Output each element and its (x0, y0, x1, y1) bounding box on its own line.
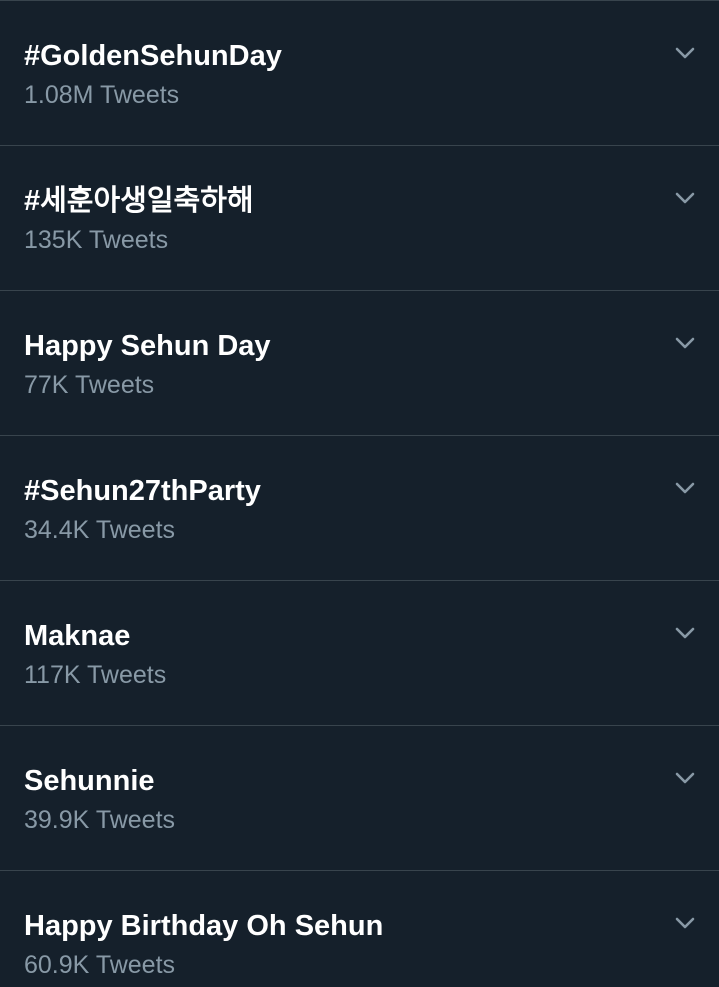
chevron-down-icon[interactable] (673, 766, 697, 790)
trend-tweet-count: 135K Tweets (24, 226, 169, 254)
trend-item[interactable]: #Sehun27thParty 34.4K Tweets (0, 436, 719, 581)
chevron-down-icon[interactable] (673, 621, 697, 645)
trend-tweet-count: 117K Tweets (24, 661, 167, 689)
trend-item[interactable]: Happy Sehun Day 77K Tweets (0, 291, 719, 436)
chevron-down-icon[interactable] (673, 41, 697, 65)
trend-name: #세훈아생일축하해 (24, 185, 254, 217)
trend-name: Maknae (24, 620, 131, 652)
trend-name: #Sehun27thParty (24, 475, 261, 507)
trend-name: Happy Birthday Oh Sehun (24, 910, 384, 942)
trend-name: #GoldenSehunDay (24, 40, 282, 72)
trend-tweet-count: 39.9K Tweets (24, 806, 176, 834)
trend-item[interactable]: Happy Birthday Oh Sehun 60.9K Tweets (0, 871, 719, 987)
chevron-down-icon[interactable] (673, 186, 697, 210)
trend-name: Sehunnie (24, 765, 155, 797)
chevron-down-icon[interactable] (673, 331, 697, 355)
trend-tweet-count: 34.4K Tweets (24, 516, 176, 544)
trends-list: #GoldenSehunDay 1.08M Tweets #세훈아생일축하해 1… (0, 0, 719, 987)
trend-name: Happy Sehun Day (24, 330, 271, 362)
trend-item[interactable]: #GoldenSehunDay 1.08M Tweets (0, 1, 719, 146)
trend-tweet-count: 1.08M Tweets (24, 81, 180, 109)
trend-item[interactable]: Sehunnie 39.9K Tweets (0, 726, 719, 871)
trend-item[interactable]: Maknae 117K Tweets (0, 581, 719, 726)
chevron-down-icon[interactable] (673, 476, 697, 500)
trend-item[interactable]: #세훈아생일축하해 135K Tweets (0, 146, 719, 291)
trend-tweet-count: 77K Tweets (24, 371, 155, 399)
chevron-down-icon[interactable] (673, 911, 697, 935)
trend-tweet-count: 60.9K Tweets (24, 951, 176, 979)
